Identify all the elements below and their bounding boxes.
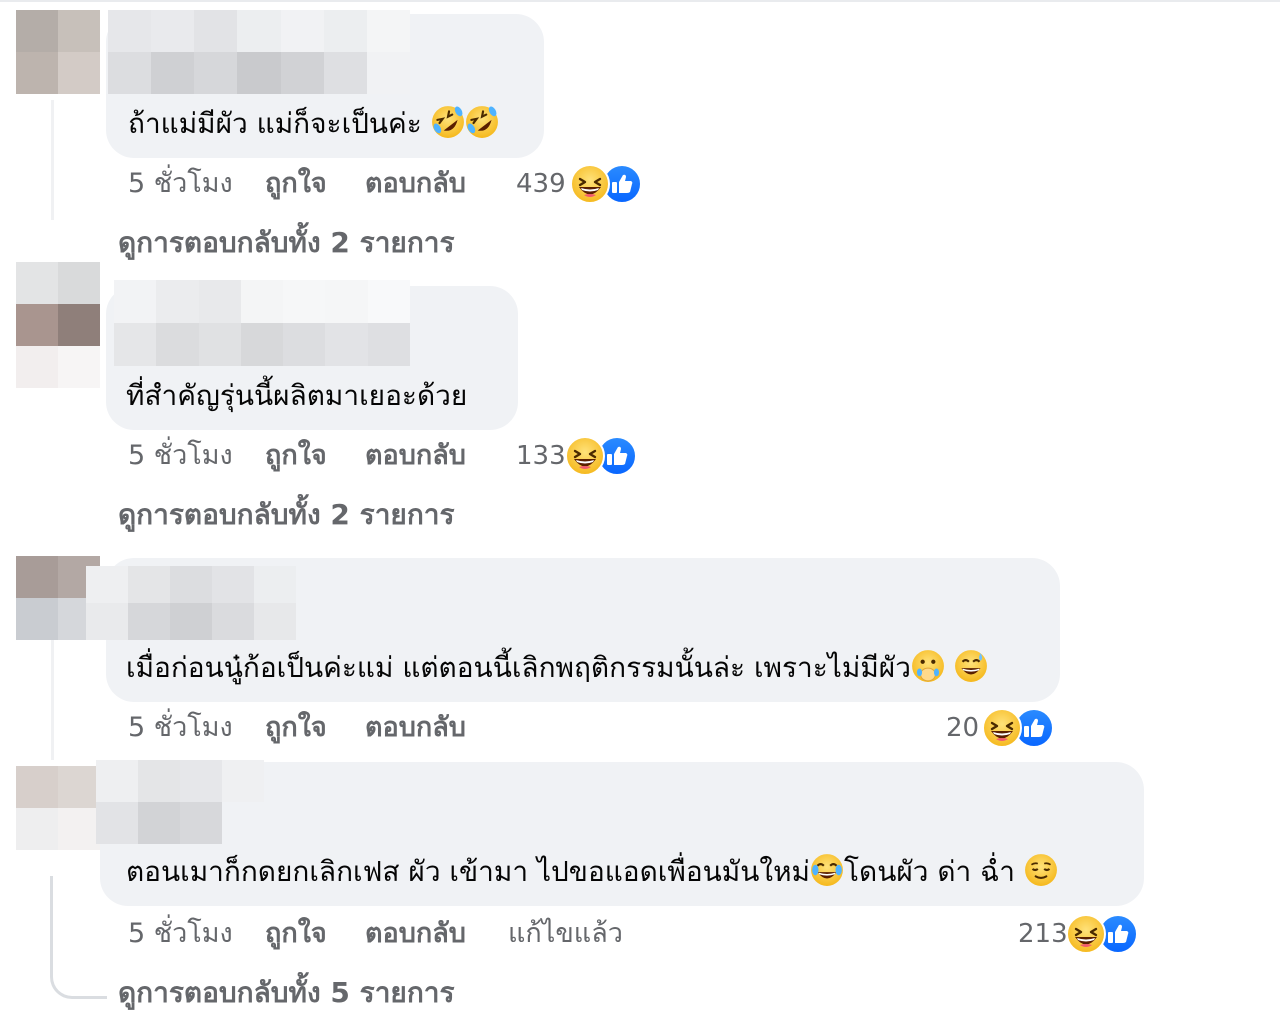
reply-button[interactable]: ตอบกลับ	[365, 916, 466, 952]
view-replies-link[interactable]: ดูการตอบกลับทั้ง 5 รายการ	[118, 974, 455, 1012]
grinning-face-with-sweat-emoji	[953, 649, 988, 694]
face-with-hand-over-mouth-emoji	[911, 649, 945, 694]
rolling-on-floor-laughing-emoji	[464, 104, 499, 150]
comment-timestamp[interactable]: 5 ชั่วโมง	[128, 166, 233, 202]
comment-text-body: ตอนเมาก็กดยกเลิกเฟส ผัว เข้ามา ไปขอแอดเพ…	[126, 855, 810, 888]
reaction-icons[interactable]	[1065, 912, 1142, 956]
comment-text-body: เมื่อก่อนนู๋ก้อเป็นค่ะแม่ แต่ตอนนี้เลิกพ…	[126, 651, 911, 684]
comment-text: ถ้าแม่มีผัว แม่ก็จะเป็นค่ะ	[128, 104, 499, 150]
comment-text: ตอนเมาก็กดยกเลิกเฟส ผัว เข้ามา ไปขอแอดเพ…	[126, 852, 1058, 898]
like-button[interactable]: ถูกใจ	[265, 710, 327, 746]
reaction-icons[interactable]	[564, 434, 641, 478]
author-name-blurred[interactable]	[86, 566, 296, 640]
grinning-squinting-face-emoji	[569, 163, 611, 205]
grinning-squinting-face-emoji	[564, 435, 606, 477]
like-button[interactable]: ถูกใจ	[265, 166, 327, 202]
avatar[interactable]	[16, 766, 100, 850]
edited-label[interactable]: แก้ไขแล้ว	[508, 916, 623, 952]
author-name-blurred[interactable]	[114, 280, 410, 366]
like-button[interactable]: ถูกใจ	[265, 916, 327, 952]
comment-timestamp[interactable]: 5 ชั่วโมง	[128, 710, 233, 746]
comment-text-body: ที่สำคัญรุ่นนี้ผลิตมาเยอะด้วย	[126, 379, 468, 412]
author-name-blurred[interactable]	[96, 760, 264, 844]
view-replies-link[interactable]: ดูการตอบกลับทั้ง 2 รายการ	[118, 496, 455, 534]
reaction-count[interactable]: 439	[516, 166, 566, 202]
reply-button[interactable]: ตอบกลับ	[365, 438, 466, 474]
avatar[interactable]	[16, 262, 100, 388]
comment-timestamp[interactable]: 5 ชั่วโมง	[128, 916, 233, 952]
thread-guide-line	[51, 620, 54, 760]
thread-guide-line	[51, 100, 54, 220]
relieved-face-emoji	[1023, 853, 1058, 898]
reaction-icons[interactable]	[569, 162, 646, 206]
comments-page: ถ้าแม่มีผัว แม่ก็จะเป็นค่ะ 5 ชั่วโมง ถูก…	[0, 0, 1280, 1025]
view-replies-link[interactable]: ดูการตอบกลับทั้ง 2 รายการ	[118, 224, 455, 262]
author-name-blurred[interactable]	[108, 10, 410, 94]
top-divider	[0, 0, 1280, 2]
reaction-count[interactable]: 133	[516, 438, 566, 474]
comment-timestamp[interactable]: 5 ชั่วโมง	[128, 438, 233, 474]
comment-text-body: ถ้าแม่มีผัว แม่ก็จะเป็นค่ะ	[128, 107, 422, 140]
reaction-count[interactable]: 20	[946, 710, 979, 746]
reaction-count[interactable]: 213	[1018, 916, 1068, 952]
like-button[interactable]: ถูกใจ	[265, 438, 327, 474]
comment-text-body-end: โดนผัว ด่า ฉ่ำ	[843, 855, 1015, 888]
thread-connector-line	[50, 876, 107, 999]
reaction-icons[interactable]	[981, 706, 1058, 750]
reply-button[interactable]: ตอบกลับ	[365, 710, 466, 746]
avatar[interactable]	[16, 10, 100, 94]
face-with-tears-of-joy-emoji	[809, 853, 844, 898]
rolling-on-floor-laughing-emoji	[430, 104, 465, 150]
comment-text: ที่สำคัญรุ่นนี้ผลิตมาเยอะด้วย	[126, 376, 467, 416]
grinning-squinting-face-emoji	[1065, 913, 1107, 955]
reply-button[interactable]: ตอบกลับ	[365, 166, 466, 202]
grinning-squinting-face-emoji	[981, 707, 1023, 749]
comment-text: เมื่อก่อนนู๋ก้อเป็นค่ะแม่ แต่ตอนนี้เลิกพ…	[126, 648, 988, 694]
